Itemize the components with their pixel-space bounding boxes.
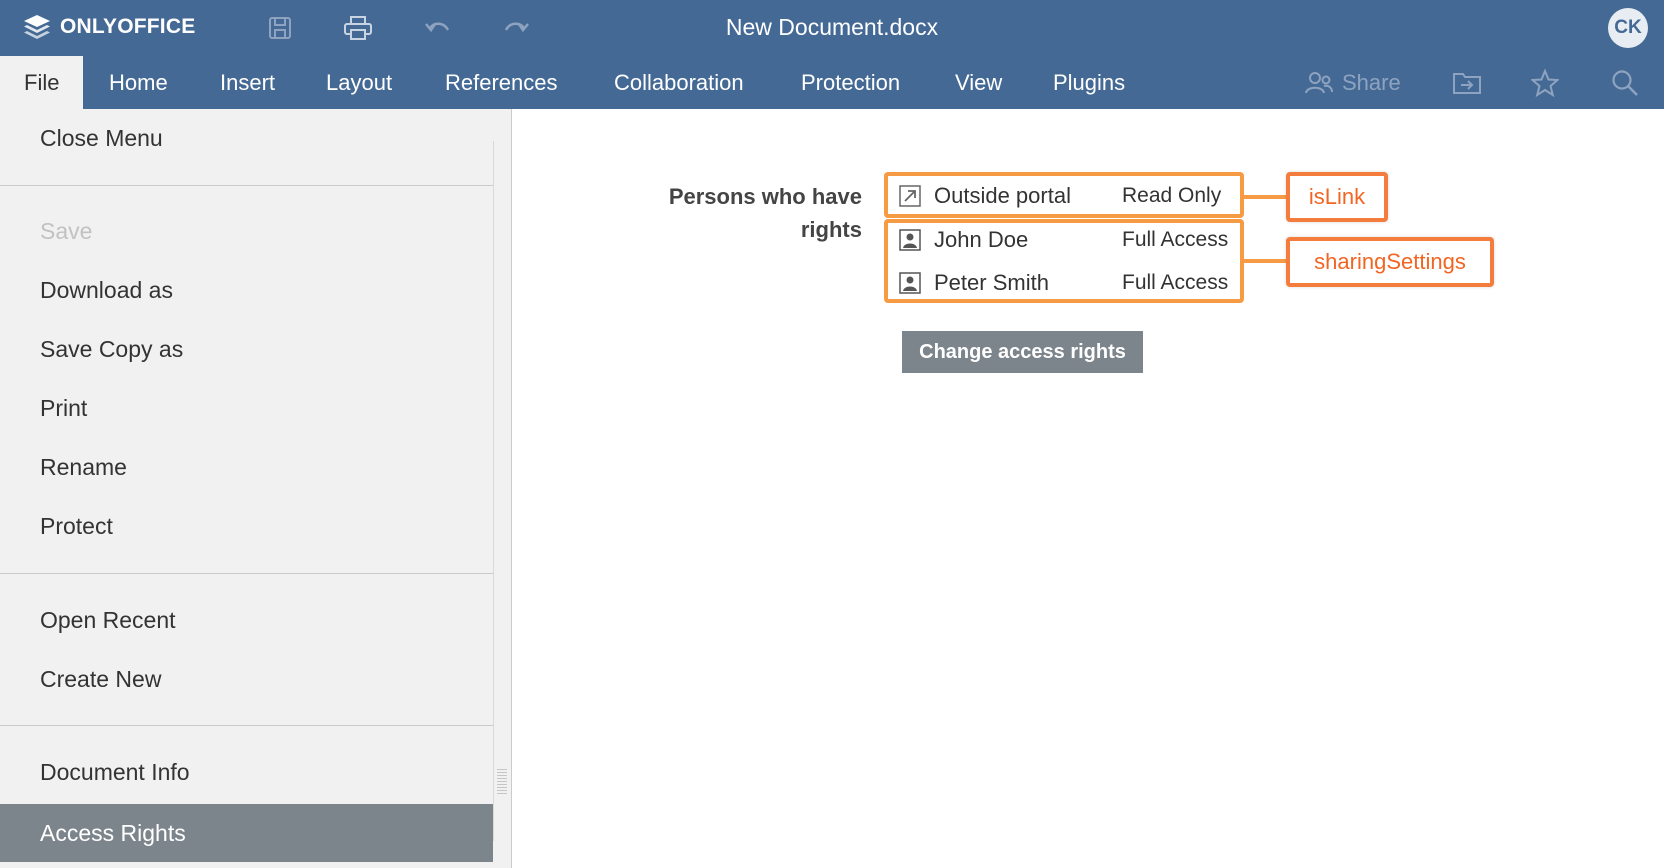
sharing-settings-annotation: sharingSettings xyxy=(1286,237,1494,287)
tab-view[interactable]: View xyxy=(931,56,1026,109)
change-access-rights-button[interactable]: Change access rights xyxy=(902,331,1143,373)
menu-item-protect[interactable]: Protect xyxy=(0,497,493,555)
islink-connector xyxy=(1244,195,1286,199)
user-icon xyxy=(898,271,922,295)
menu-item-close-menu[interactable]: Close Menu xyxy=(0,109,493,167)
user-avatar[interactable]: CK xyxy=(1608,8,1648,48)
open-location-icon[interactable] xyxy=(1450,66,1484,100)
undo-icon[interactable] xyxy=(422,12,454,44)
menu-bar: File Home Insert Layout References Colla… xyxy=(0,56,1664,109)
menu-item-print[interactable]: Print xyxy=(0,379,493,437)
islink-annotation: isLink xyxy=(1286,172,1388,222)
user-icon xyxy=(898,228,922,252)
entry-permission: Full Access xyxy=(1122,271,1229,294)
menu-item-access-rights[interactable]: Access Rights xyxy=(0,804,493,862)
menu-item-download-as[interactable]: Download as xyxy=(0,261,493,319)
access-rights-label: Persons who have rights xyxy=(668,184,862,242)
menu-item-save-copy-as[interactable]: Save Copy as xyxy=(0,320,493,378)
tab-plugins[interactable]: Plugins xyxy=(1029,56,1149,109)
menu-item-open-recent[interactable]: Open Recent xyxy=(0,591,493,649)
tab-layout[interactable]: Layout xyxy=(302,56,416,109)
rights-entry: Peter Smith Full Access xyxy=(898,263,1228,303)
entry-permission: Read Only xyxy=(1122,184,1222,207)
share-label: Share xyxy=(1342,70,1401,95)
tab-references[interactable]: References xyxy=(421,56,582,109)
panel-resize-grip[interactable] xyxy=(497,769,507,795)
rights-entry: John Doe Full Access xyxy=(898,220,1228,260)
sharing-settings-connector xyxy=(1244,259,1286,263)
share-icon xyxy=(1305,72,1333,94)
document-title: New Document.docx xyxy=(725,14,939,40)
search-icon[interactable] xyxy=(1608,66,1642,100)
menu-item-rename[interactable]: Rename xyxy=(0,438,493,496)
menu-divider xyxy=(0,185,493,186)
file-menu-panel: Close Menu Save Download as Save Copy as… xyxy=(0,109,512,868)
print-icon[interactable] xyxy=(342,12,374,44)
favorite-star-icon[interactable] xyxy=(1528,66,1562,100)
entry-permission: Full Access xyxy=(1122,228,1229,251)
title-bar: ONLYOFFICE New Document.docx CK xyxy=(0,0,1664,56)
tab-file[interactable]: File xyxy=(0,56,84,109)
menu-divider xyxy=(0,573,493,574)
entry-name: Peter Smith xyxy=(934,270,1049,295)
link-arrow-icon xyxy=(898,184,922,208)
menu-divider xyxy=(0,725,493,726)
panel-scrollbar[interactable] xyxy=(493,141,511,841)
app-logo: ONLYOFFICE xyxy=(22,12,195,42)
tab-home[interactable]: Home xyxy=(85,56,192,109)
entry-name: John Doe xyxy=(934,227,1029,252)
entry-name: Outside portal xyxy=(934,183,1071,208)
menu-item-create-new[interactable]: Create New xyxy=(0,650,493,708)
tab-collaboration[interactable]: Collaboration xyxy=(590,56,768,109)
tab-insert[interactable]: Insert xyxy=(196,56,299,109)
app-name: ONLYOFFICE xyxy=(60,15,196,38)
tab-protection[interactable]: Protection xyxy=(777,56,924,109)
onlyoffice-logo-icon xyxy=(24,15,50,39)
rights-entry: Outside portal Read Only xyxy=(898,176,1221,216)
save-icon[interactable] xyxy=(264,12,296,44)
menu-item-document-info[interactable]: Document Info xyxy=(0,743,493,801)
share-button[interactable]: Share xyxy=(1304,70,1401,96)
redo-icon[interactable] xyxy=(500,12,532,44)
menu-item-save: Save xyxy=(40,218,93,244)
